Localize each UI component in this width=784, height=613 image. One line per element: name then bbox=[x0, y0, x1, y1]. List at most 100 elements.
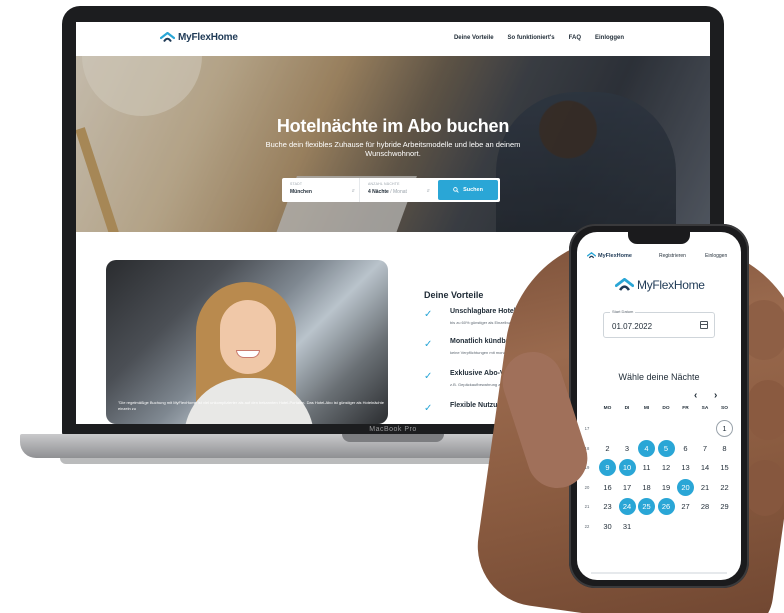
weekday-header: DO bbox=[662, 406, 670, 411]
calendar-day[interactable]: 20 bbox=[677, 478, 694, 496]
calendar-day[interactable]: 17 bbox=[619, 479, 636, 496]
city-label: STADT bbox=[290, 182, 303, 186]
calendar-day[interactable]: 7 bbox=[697, 440, 714, 457]
calendar-icon[interactable] bbox=[700, 321, 708, 329]
hero-subtitle: Buche dein flexibles Zuhause für hybride… bbox=[265, 140, 521, 158]
device-mockup: MyFlexHome Deine Vorteile So funktionier… bbox=[0, 0, 784, 613]
calendar-day[interactable]: 29 bbox=[716, 498, 733, 515]
calendar-day[interactable]: 28 bbox=[697, 498, 714, 515]
house-logo-icon bbox=[587, 252, 596, 259]
hero-section: Hotelnächte im Abo buchen Buche dein fle… bbox=[76, 56, 710, 232]
login-link[interactable]: Einloggen bbox=[705, 253, 727, 259]
site-navbar: MyFlexHome Deine Vorteile So funktionier… bbox=[76, 22, 710, 56]
weekday-header: SO bbox=[721, 406, 728, 411]
benefits-title: Deine Vorteile bbox=[424, 290, 484, 300]
calendar-day[interactable]: 18 bbox=[638, 479, 655, 496]
nav-link-vorteile[interactable]: Deine Vorteile bbox=[454, 35, 494, 41]
photo-woman-face bbox=[220, 300, 276, 374]
nights-chevron-icon: ⇵ bbox=[426, 188, 430, 193]
search-button-label: Suchen bbox=[463, 187, 483, 193]
phone-brand-text: MyFlexHome bbox=[637, 278, 705, 292]
nights-count: 4 Nächte bbox=[368, 189, 389, 195]
weekday-header: MO bbox=[603, 406, 612, 411]
nav-link-faq[interactable]: FAQ bbox=[569, 35, 581, 41]
calendar-day[interactable]: 5 bbox=[657, 439, 675, 457]
city-chevron-icon: ⇵ bbox=[351, 188, 355, 193]
week-number: 22 bbox=[584, 523, 590, 529]
weekday-header: FR bbox=[682, 406, 689, 411]
laptop-notch bbox=[342, 434, 444, 442]
calendar-day[interactable]: 13 bbox=[677, 459, 694, 476]
start-date-value: 01.07.2022 bbox=[612, 322, 653, 331]
calendar-day[interactable]: 16 bbox=[599, 479, 616, 496]
nights-select[interactable]: ANZAHL NÄCHTE 4 Nächte / Monat ⇵ bbox=[360, 178, 434, 202]
benefit-title: Monatlich kündbar bbox=[450, 338, 513, 345]
weekday-header: DI bbox=[624, 406, 630, 411]
city-value: München bbox=[290, 189, 312, 195]
nights-unit: / Monat bbox=[390, 189, 407, 195]
calendar-day[interactable]: 10 bbox=[618, 459, 636, 476]
weekday-header: MI bbox=[643, 406, 650, 411]
house-logo-icon bbox=[615, 278, 634, 291]
hand-finger bbox=[746, 460, 784, 516]
search-button[interactable]: Suchen bbox=[438, 180, 498, 200]
prev-month-button[interactable]: ‹ bbox=[694, 390, 697, 401]
calendar-day[interactable]: 14 bbox=[697, 459, 714, 476]
calendar-day[interactable]: 22 bbox=[716, 479, 733, 496]
calendar-day[interactable]: 1 bbox=[716, 420, 733, 437]
calendar-day[interactable]: 26 bbox=[657, 498, 675, 515]
phone-brand-logo: MyFlexHome bbox=[615, 278, 705, 292]
calendar-day[interactable]: 25 bbox=[638, 498, 655, 515]
city-select[interactable]: STADT München ⇵ bbox=[282, 178, 360, 202]
next-month-button[interactable]: › bbox=[714, 390, 717, 401]
site-nav-links: Deine Vorteile So funktioniert's FAQ Ein… bbox=[454, 35, 624, 41]
calendar-day[interactable]: 31 bbox=[619, 518, 636, 535]
calendar-day[interactable]: 23 bbox=[599, 498, 616, 515]
testimonial-photo: "Die regelmäßige Buchung mit MyFlexHome … bbox=[106, 260, 388, 424]
hand-finger bbox=[748, 380, 784, 440]
site-logo-text: MyFlexHome bbox=[178, 32, 238, 43]
check-icon: ✓ bbox=[424, 403, 433, 414]
calendar-day[interactable]: 8 bbox=[716, 440, 733, 457]
search-icon bbox=[453, 187, 459, 193]
site-logo[interactable]: MyFlexHome bbox=[160, 32, 238, 43]
calendar-day[interactable]: 2 bbox=[599, 440, 616, 457]
start-date-field[interactable]: Start Datum 01.07.2022 bbox=[603, 309, 715, 338]
calendar-day[interactable]: 21 bbox=[697, 479, 714, 496]
week-number: 20 bbox=[584, 484, 590, 490]
hero-title: Hotelnächte im Abo buchen bbox=[276, 116, 510, 136]
calendar-day[interactable]: 3 bbox=[619, 440, 636, 457]
house-logo-icon bbox=[160, 32, 175, 43]
nights-heading: Wähle deine Nächte bbox=[618, 372, 700, 382]
phone-screen: MyFlexHome Registrieren Einloggen MyFlex… bbox=[577, 232, 741, 580]
register-link[interactable]: Registrieren bbox=[659, 253, 686, 259]
start-date-label: Start Datum bbox=[610, 309, 636, 314]
nav-link-login[interactable]: Einloggen bbox=[595, 35, 624, 41]
calendar-day[interactable]: 11 bbox=[638, 459, 655, 476]
week-number: 17 bbox=[584, 426, 590, 431]
search-bar: STADT München ⇵ ANZAHL NÄCHTE 4 Nächte /… bbox=[282, 178, 500, 202]
calendar-day[interactable]: 9 bbox=[599, 459, 616, 476]
laptop-brand-label: MacBook Pro bbox=[369, 426, 417, 433]
nights-label: ANZAHL NÄCHTE bbox=[368, 182, 400, 186]
testimonial-quote: "Die regelmäßige Buchung mit MyFlexHome … bbox=[118, 400, 384, 411]
phone-nav-logo[interactable]: MyFlexHome bbox=[587, 252, 632, 259]
check-icon: ✓ bbox=[424, 371, 433, 382]
calendar-day[interactable]: 6 bbox=[677, 440, 694, 457]
calendar-day[interactable]: 15 bbox=[716, 459, 733, 476]
nights-value: 4 Nächte / Monat bbox=[368, 189, 428, 195]
calendar-day[interactable]: 19 bbox=[658, 479, 675, 496]
nav-link-how-it-works[interactable]: So funktioniert's bbox=[508, 35, 555, 41]
calendar-day[interactable]: 27 bbox=[677, 498, 694, 515]
week-number: 21 bbox=[584, 504, 590, 509]
phone-notch bbox=[628, 232, 690, 244]
weekday-header: SA bbox=[701, 406, 709, 411]
phone-nav-logo-text: MyFlexHome bbox=[598, 252, 632, 259]
check-icon: ✓ bbox=[424, 339, 433, 350]
calendar-day[interactable]: 24 bbox=[618, 498, 636, 515]
calendar-day[interactable]: 12 bbox=[658, 459, 675, 476]
calendar-day[interactable]: 30 bbox=[599, 518, 616, 535]
check-icon: ✓ bbox=[424, 309, 433, 320]
phone-footer-line bbox=[591, 572, 727, 574]
calendar-day[interactable]: 4 bbox=[638, 439, 655, 457]
